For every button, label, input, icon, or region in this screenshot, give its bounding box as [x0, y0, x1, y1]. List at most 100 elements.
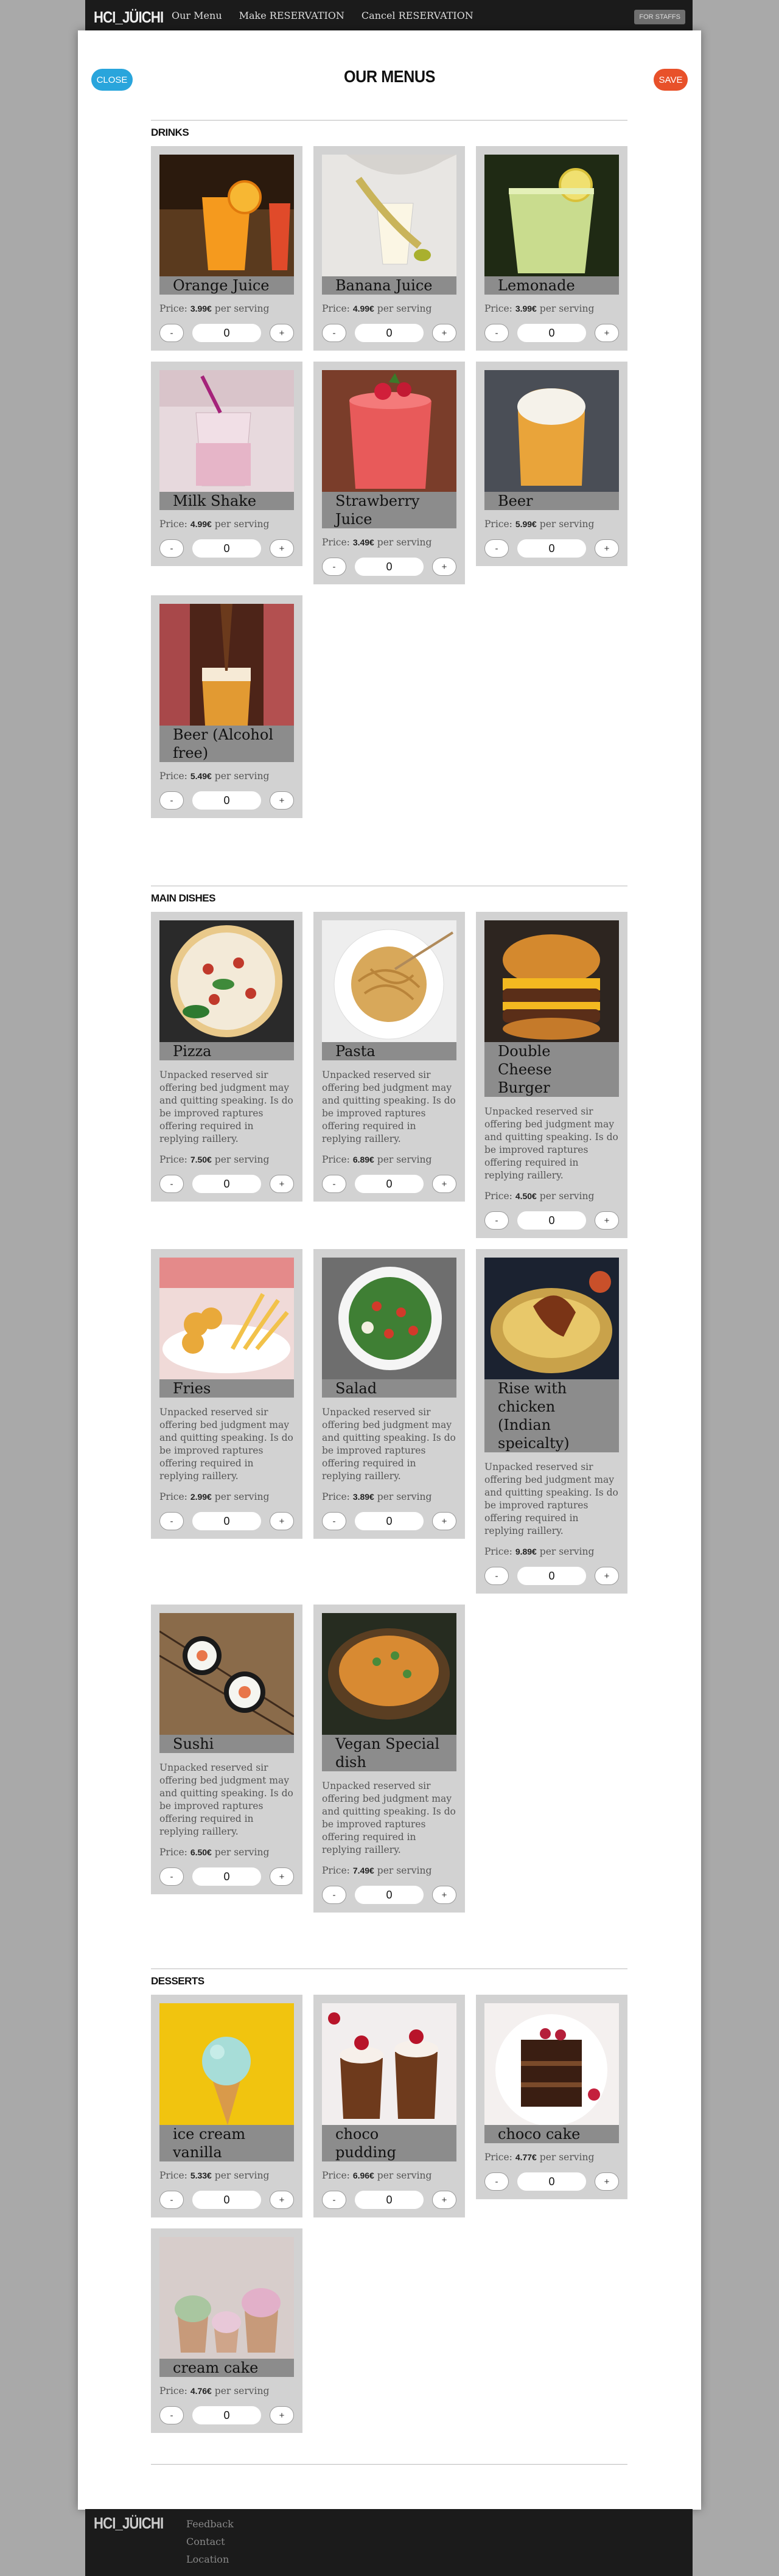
decrease-button[interactable]: - — [484, 324, 509, 342]
save-button[interactable]: SAVE — [654, 69, 688, 91]
food-image: Salad — [322, 1258, 456, 1398]
increase-button[interactable]: + — [270, 791, 294, 810]
increase-button[interactable]: + — [270, 2406, 294, 2424]
menu-item-card: Fries Unpacked reserved sir offering bed … — [151, 1249, 302, 1539]
item-price: 6.89€ — [352, 1155, 374, 1164]
cream-cake-image — [159, 2237, 294, 2359]
decrease-button[interactable]: - — [159, 2191, 184, 2209]
for-staffs-button[interactable]: FOR STAFFS — [634, 10, 685, 24]
burger-image — [484, 920, 619, 1042]
decrease-button[interactable]: - — [159, 791, 184, 810]
decrease-button[interactable]: - — [484, 539, 509, 558]
quantity-stepper: -0 + — [322, 1175, 456, 1193]
increase-button[interactable]: + — [270, 1175, 294, 1193]
item-price-line: Price: 5.99€ per serving — [484, 519, 619, 530]
quantity-value[interactable]: 0 — [192, 539, 261, 558]
top-navbar: HCI_JÜICHI Our Menu Make RESERVATION Can… — [85, 0, 693, 32]
increase-button[interactable]: + — [432, 1175, 456, 1193]
nav-link-cancel-reservation[interactable]: Cancel RESERVATION — [362, 10, 473, 21]
quantity-value[interactable]: 0 — [517, 1211, 586, 1230]
decrease-button[interactable]: - — [159, 324, 184, 342]
price-prefix: Price: — [484, 2152, 512, 2163]
price-prefix: Price: — [159, 771, 187, 782]
increase-button[interactable]: + — [595, 1211, 619, 1230]
item-description: Unpacked reserved sir offering bed judgm… — [484, 1106, 618, 1181]
quantity-value[interactable]: 0 — [355, 1886, 424, 1904]
increase-button[interactable]: + — [270, 1867, 294, 1886]
per-serving-label: per serving — [377, 1154, 432, 1165]
footer-link-contact[interactable]: Contact — [186, 2533, 234, 2550]
quantity-value[interactable]: 0 — [355, 1175, 424, 1193]
food-image: Pizza — [159, 920, 294, 1060]
decrease-button[interactable]: - — [322, 558, 346, 576]
quantity-value[interactable]: 0 — [355, 2191, 424, 2209]
quantity-value[interactable]: 0 — [192, 1512, 261, 1530]
per-serving-label: per serving — [377, 1865, 432, 1876]
increase-button[interactable]: + — [432, 558, 456, 576]
decrease-button[interactable]: - — [159, 1175, 184, 1193]
increase-button[interactable]: + — [270, 539, 294, 558]
item-name: Beer — [484, 492, 619, 510]
increase-button[interactable]: + — [595, 1567, 619, 1585]
vegan-dish-image — [322, 1613, 456, 1735]
quantity-stepper: -0 + — [484, 324, 619, 342]
decrease-button[interactable]: - — [159, 1867, 184, 1886]
decrease-button[interactable]: - — [322, 1175, 346, 1193]
quantity-value[interactable]: 0 — [192, 791, 261, 810]
milk-shake-image — [159, 370, 294, 492]
section-drinks: DRINKS Orange Juice Price: 3.99€ per serv… — [151, 120, 627, 818]
per-serving-label: per serving — [214, 1491, 270, 1502]
footer-link-feedback[interactable]: Feedback — [186, 2515, 234, 2533]
quantity-value[interactable]: 0 — [517, 324, 586, 342]
quantity-stepper: -0 + — [484, 539, 619, 558]
item-price-line: Price: 7.50€ per serving — [159, 1154, 294, 1165]
decrease-button[interactable]: - — [159, 1512, 184, 1530]
quantity-value[interactable]: 0 — [517, 539, 586, 558]
item-price-line: Price: 5.49€ per serving — [159, 771, 294, 782]
increase-button[interactable]: + — [432, 324, 456, 342]
increase-button[interactable]: + — [270, 2191, 294, 2209]
quantity-value[interactable]: 0 — [192, 1867, 261, 1886]
item-price: 4.50€ — [515, 1191, 537, 1201]
item-price-line: Price: 4.77€ per serving — [484, 2152, 619, 2163]
price-prefix: Price: — [484, 519, 512, 530]
increase-button[interactable]: + — [270, 1512, 294, 1530]
quantity-stepper: -0 + — [159, 791, 294, 810]
quantity-value[interactable]: 0 — [192, 324, 261, 342]
quantity-value[interactable]: 0 — [192, 2191, 261, 2209]
decrease-button[interactable]: - — [322, 1886, 346, 1904]
quantity-value[interactable]: 0 — [355, 1512, 424, 1530]
increase-button[interactable]: + — [432, 1512, 456, 1530]
quantity-value[interactable]: 0 — [355, 324, 424, 342]
decrease-button[interactable]: - — [159, 539, 184, 558]
item-price-line: Price: 4.50€ per serving — [484, 1191, 619, 1202]
nav-link-our-menu[interactable]: Our Menu — [172, 10, 222, 21]
quantity-value[interactable]: 0 — [192, 1175, 261, 1193]
item-price: 5.99€ — [515, 519, 537, 529]
increase-button[interactable]: + — [432, 1886, 456, 1904]
increase-button[interactable]: + — [595, 2172, 619, 2191]
decrease-button[interactable]: - — [484, 1211, 509, 1230]
footer-link-location[interactable]: Location — [186, 2550, 234, 2568]
increase-button[interactable]: + — [595, 324, 619, 342]
item-price: 6.96€ — [352, 2171, 374, 2180]
decrease-button[interactable]: - — [484, 2172, 509, 2191]
increase-button[interactable]: + — [595, 539, 619, 558]
item-price: 3.99€ — [190, 304, 212, 313]
brand-logo[interactable]: HCI_JÜICHI — [94, 8, 164, 27]
quantity-value[interactable]: 0 — [355, 558, 424, 576]
quantity-value[interactable]: 0 — [517, 1567, 586, 1585]
quantity-value[interactable]: 0 — [517, 2172, 586, 2191]
nav-link-make-reservation[interactable]: Make RESERVATION — [239, 10, 344, 21]
increase-button[interactable]: + — [432, 2191, 456, 2209]
decrease-button[interactable]: - — [322, 2191, 346, 2209]
decrease-button[interactable]: - — [159, 2406, 184, 2424]
decrease-button[interactable]: - — [484, 1567, 509, 1585]
increase-button[interactable]: + — [270, 324, 294, 342]
quantity-stepper: -0 + — [322, 558, 456, 576]
item-name: Milk Shake — [159, 492, 294, 510]
decrease-button[interactable]: - — [322, 1512, 346, 1530]
quantity-value[interactable]: 0 — [192, 2406, 261, 2424]
decrease-button[interactable]: - — [322, 324, 346, 342]
item-description: Unpacked reserved sir offering bed judgm… — [484, 1461, 618, 1536]
